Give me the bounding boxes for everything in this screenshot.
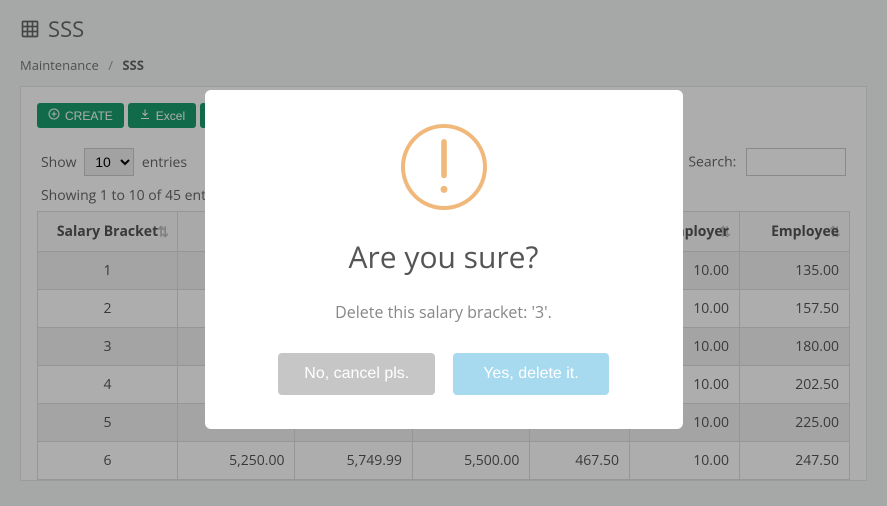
modal-title: Are you sure? bbox=[235, 236, 653, 277]
modal-overlay[interactable]: Are you sure? Delete this salary bracket… bbox=[0, 0, 887, 506]
cancel-button[interactable]: No, cancel pls. bbox=[278, 353, 435, 395]
confirm-button[interactable]: Yes, delete it. bbox=[453, 353, 608, 395]
modal-message: Delete this salary bracket: '3'. bbox=[235, 301, 653, 323]
confirm-modal: Are you sure? Delete this salary bracket… bbox=[205, 90, 683, 429]
warning-icon bbox=[401, 124, 487, 210]
